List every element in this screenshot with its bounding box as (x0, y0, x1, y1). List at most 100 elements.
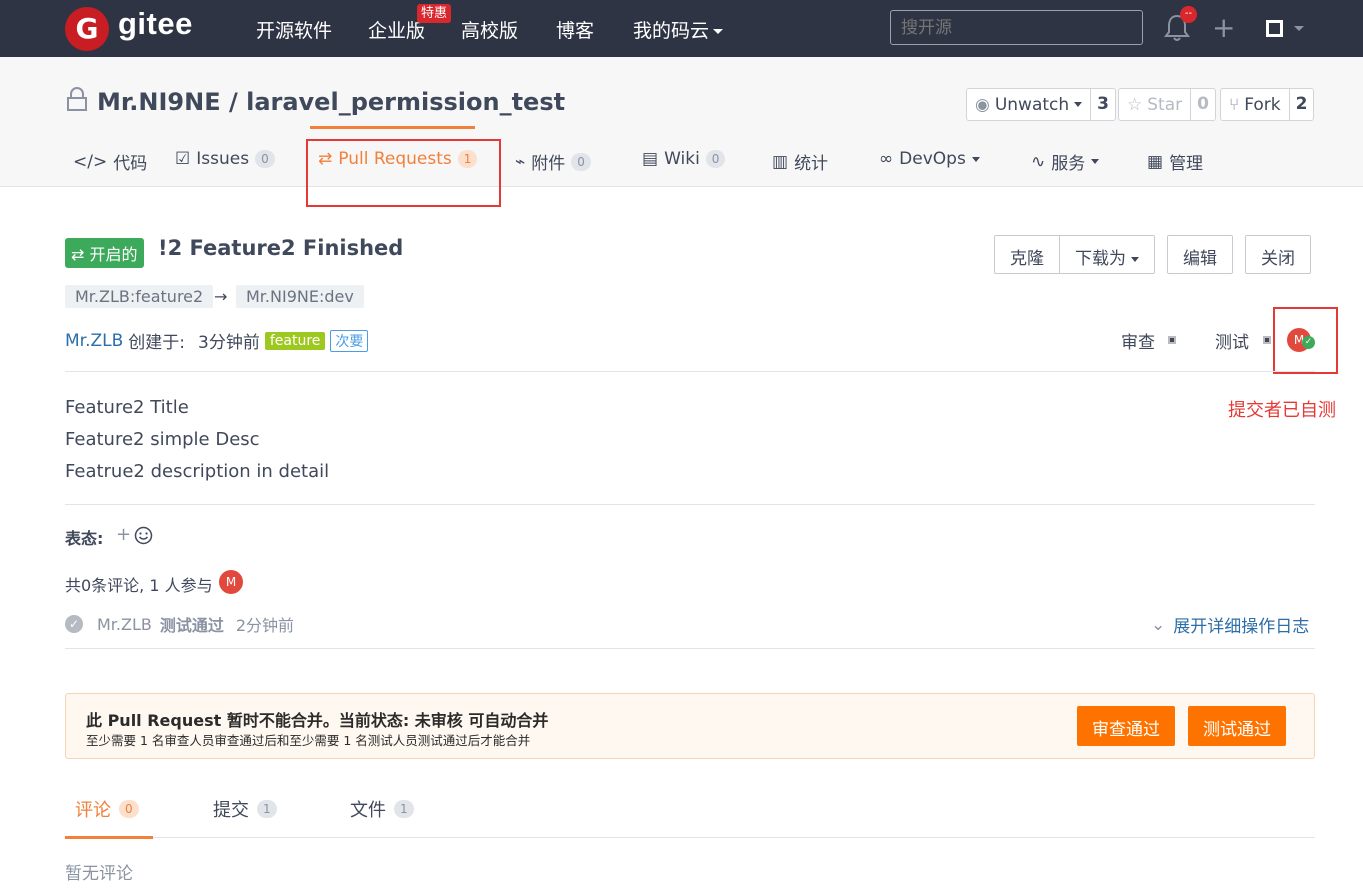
highlight-box-tester (1273, 307, 1338, 374)
tab-files[interactable]: 文件 1 (350, 796, 414, 822)
highlight-box-pr-tab (306, 139, 501, 207)
tab-manage[interactable]: ▦ 管理 (1147, 149, 1203, 175)
expand-log-label: 展开详细操作日志 (1173, 617, 1310, 637)
eye-icon: ◉ (975, 94, 990, 115)
watch-label: Unwatch (994, 94, 1070, 115)
pull-request-icon: ⇄ (71, 245, 90, 264)
lock-icon (67, 87, 87, 111)
tester-placeholder-icon[interactable] (1263, 336, 1271, 344)
fork-count[interactable]: 2 (1290, 89, 1314, 120)
chevron-down-icon (971, 156, 980, 162)
participant-avatar[interactable]: M (219, 570, 243, 594)
tab-services[interactable]: ∿ 服务 (1031, 149, 1100, 174)
repo-title[interactable]: Mr.NI9NE / laravel_permission_test (97, 88, 565, 116)
nav-my-gitee-label: 我的码云 (633, 20, 710, 42)
tab-files-label: 文件 (350, 800, 386, 821)
tab-issues-count: 0 (255, 150, 275, 168)
created-label: 创建于: (128, 333, 186, 353)
created-time: 3分钟前 (198, 333, 260, 353)
star-count[interactable]: 0 (1191, 89, 1215, 120)
star-icon: ☆ (1127, 94, 1143, 115)
label-priority[interactable]: 次要 (330, 329, 369, 352)
tab-attachments[interactable]: ⌁ 附件 0 (515, 149, 591, 174)
fork-button[interactable]: ⑂ Fork 2 (1220, 88, 1315, 121)
tab-devops[interactable]: ∞ DevOps (879, 149, 980, 169)
divider (65, 648, 1315, 649)
edit-button[interactable]: 编辑 (1168, 236, 1232, 273)
approve-test-button[interactable]: 测试通过 (1188, 706, 1286, 746)
chevron-down-icon (1131, 256, 1140, 262)
reviewer-placeholder-icon[interactable] (1168, 336, 1176, 344)
tab-wiki-label: Wiki (664, 149, 700, 169)
source-branch[interactable]: Mr.ZLB:feature2 (65, 285, 214, 308)
paperclip-icon: ⌁ (515, 151, 526, 172)
tab-files-count: 1 (394, 800, 414, 818)
tester-label: 测试 (1215, 333, 1249, 353)
tab-code[interactable]: </> 代码 (73, 149, 148, 175)
description-line: Feature2 Title (65, 397, 189, 418)
fork-label: Fork (1244, 94, 1281, 115)
tab-issues[interactable]: ☑ Issues 0 (175, 149, 275, 169)
nav-my-gitee[interactable]: 我的码云 (633, 16, 724, 43)
pulse-icon: ∿ (1031, 151, 1046, 172)
book-icon: ▤ (642, 149, 659, 169)
project-header: Mr.NI9NE / laravel_permission_test ◉ Unwa… (0, 57, 1363, 187)
add-reaction-icon[interactable]: + (116, 524, 131, 545)
tab-commits-count: 1 (257, 800, 277, 818)
log-user[interactable]: Mr.ZLB (97, 615, 152, 634)
pr-status-label: 开启的 (89, 245, 138, 264)
merge-status-title: 此 Pull Request 暂时不能合并。当前状态: 未审核 可自动合并 (86, 711, 549, 730)
download-button[interactable]: 下载为 (1059, 236, 1154, 273)
activity-log-row: ✓ Mr.ZLB 测试通过 2分钟前 (65, 612, 294, 636)
tab-wiki-count: 0 (705, 150, 726, 168)
chevron-down-icon[interactable] (1294, 26, 1304, 31)
clone-button[interactable]: 克隆 (995, 236, 1059, 273)
approve-review-button[interactable]: 审查通过 (1077, 706, 1175, 746)
target-branch[interactable]: Mr.NI9NE:dev (236, 285, 364, 308)
gitee-logo-icon[interactable]: G (65, 7, 109, 51)
tab-services-label: 服务 (1051, 154, 1086, 174)
fork-icon: ⑂ (1229, 94, 1240, 115)
search-input[interactable] (890, 10, 1143, 45)
top-navbar: G gitee 开源软件 企业版 特惠 高校版 博客 我的码云 -- + (0, 0, 1363, 57)
close-group: 关闭 (1245, 235, 1311, 274)
expand-log-link[interactable]: ⌄ 展开详细操作日志 (1151, 612, 1310, 638)
watch-button[interactable]: ◉ Unwatch 3 (966, 88, 1117, 121)
user-menu-icon[interactable] (1266, 20, 1283, 37)
merge-status-subtitle: 至少需要 1 名审查人员审查通过后和至少需要 1 名测试人员测试通过后才能合并 (86, 733, 531, 748)
merge-status-box: 此 Pull Request 暂时不能合并。当前状态: 未审核 可自动合并 至少… (65, 693, 1315, 759)
nav-education[interactable]: 高校版 (461, 16, 518, 43)
check-circle-icon: ✓ (65, 615, 83, 633)
close-pr-button[interactable]: 关闭 (1246, 236, 1310, 273)
tab-wiki[interactable]: ▤ Wiki 0 (642, 149, 726, 169)
tab-commits[interactable]: 提交 1 (213, 796, 277, 822)
star-button[interactable]: ☆ Star 0 (1118, 88, 1216, 121)
pr-title: !2 Feature2 Finished (158, 236, 404, 260)
star-label: Star (1147, 94, 1183, 115)
log-action: 测试通过 (159, 616, 224, 635)
plus-icon[interactable]: + (1212, 14, 1235, 42)
tab-attachments-label: 附件 (531, 154, 566, 174)
tab-commits-label: 提交 (213, 800, 249, 821)
tabs-divider (65, 837, 1315, 838)
tab-stats-label: 统计 (794, 154, 829, 174)
log-time: 2分钟前 (235, 616, 295, 635)
no-comments-text: 暂无评论 (65, 864, 133, 884)
tab-issues-label: Issues (196, 149, 250, 169)
tab-comments[interactable]: 评论 0 (75, 796, 139, 822)
nav-open-source[interactable]: 开源软件 (256, 16, 332, 43)
smiley-icon[interactable] (134, 526, 153, 545)
reviewer-label: 审查 (1121, 333, 1155, 353)
chevron-down-icon (1074, 102, 1083, 107)
gitee-logo-text[interactable]: gitee (118, 6, 193, 42)
label-feature[interactable]: feature (264, 331, 326, 350)
edit-group: 编辑 (1167, 235, 1233, 274)
reactions-label: 表态: (65, 529, 104, 548)
chevron-down-icon (713, 29, 724, 34)
pr-status-badge: ⇄ 开启的 (65, 238, 144, 268)
pr-author-link[interactable]: Mr.ZLB (65, 331, 123, 351)
watch-count[interactable]: 3 (1091, 89, 1115, 120)
nav-blog[interactable]: 博客 (556, 16, 594, 43)
tab-stats[interactable]: ▥ 统计 (772, 149, 829, 175)
tab-code-label: 代码 (113, 154, 148, 174)
